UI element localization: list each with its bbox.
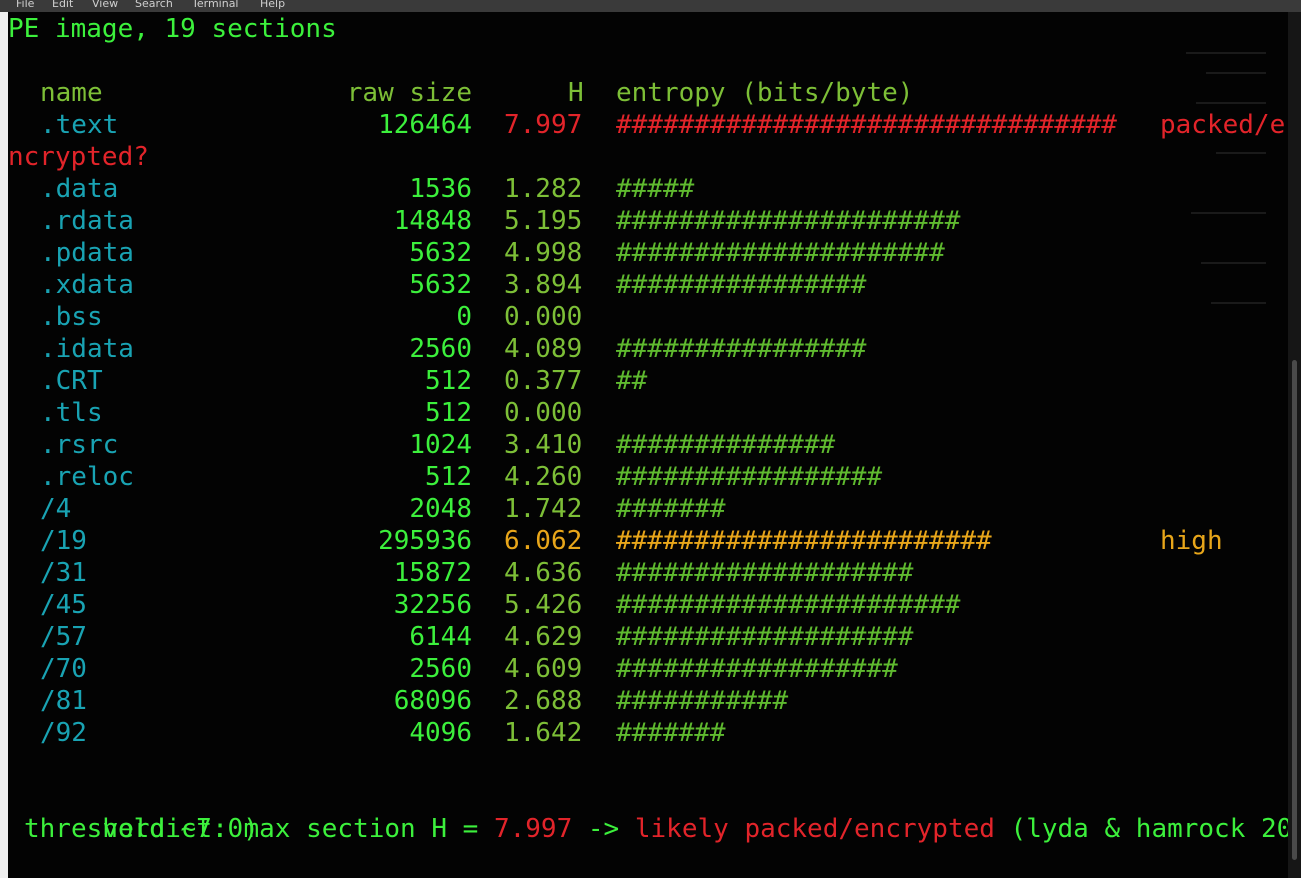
section-name: /31 xyxy=(40,558,87,588)
section-entropy-bar: ################ xyxy=(616,270,867,300)
section-raw-size: 32256 xyxy=(393,590,472,620)
section-name: .bss xyxy=(40,302,103,332)
section-entropy-value: 3.410 xyxy=(504,430,583,460)
section-entropy-value: 3.894 xyxy=(504,270,583,300)
section-entropy-bar: ##### xyxy=(616,174,695,204)
section-raw-size: 2560 xyxy=(409,654,472,684)
section-raw-size: 6144 xyxy=(409,622,472,652)
menu-search[interactable]: Search xyxy=(135,0,173,10)
section-entropy-bar: ################################ xyxy=(616,110,1117,140)
section-name: .pdata xyxy=(40,238,134,268)
section-entropy-value: 1.282 xyxy=(504,174,583,204)
scrollbar-thumb[interactable] xyxy=(1292,360,1297,860)
header-raw-size: raw size xyxy=(346,78,472,108)
header-name: name xyxy=(40,78,103,108)
section-name: /45 xyxy=(40,590,87,620)
section-entropy-value: 0.000 xyxy=(504,398,583,428)
section-raw-size: 4096 xyxy=(409,718,472,748)
section-entropy-value: 7.997 xyxy=(504,110,583,140)
section-entropy-value: 2.688 xyxy=(504,686,583,716)
section-raw-size: 15872 xyxy=(393,558,472,588)
section-entropy-value: 4.260 xyxy=(504,462,583,492)
section-entropy-bar: ## xyxy=(616,366,648,396)
section-entropy-value: 4.609 xyxy=(504,654,583,684)
header-entropy: entropy (bits/byte) xyxy=(616,78,914,108)
section-name: .CRT xyxy=(40,366,103,396)
section-raw-size: 512 xyxy=(425,366,472,396)
section-entropy-bar: ################## xyxy=(616,654,898,684)
section-name: .rsrc xyxy=(40,430,119,460)
background-window-edge xyxy=(0,12,8,878)
section-raw-size: 68096 xyxy=(393,686,472,716)
section-name: .text xyxy=(40,110,119,140)
section-note: packed/e xyxy=(1160,110,1286,140)
section-raw-size: 1024 xyxy=(409,430,472,460)
section-entropy-value: 5.426 xyxy=(504,590,583,620)
section-entropy-bar: ####### xyxy=(616,718,726,748)
terminal-output[interactable]: PE image, 19 sections verdict: max secti… xyxy=(8,12,1288,878)
section-entropy-bar: ################# xyxy=(616,462,883,492)
section-raw-size: 5632 xyxy=(409,238,472,268)
section-entropy-value: 4.998 xyxy=(504,238,583,268)
section-entropy-bar: ################ xyxy=(616,334,867,364)
section-raw-size: 295936 xyxy=(378,526,472,556)
section-note-wrap: ncrypted? xyxy=(8,142,149,172)
section-entropy-value: 1.742 xyxy=(504,494,583,524)
section-name: .idata xyxy=(40,334,134,364)
menu-help[interactable]: Help xyxy=(260,0,285,10)
scrollbar[interactable] xyxy=(1288,12,1301,878)
verdict-value: 7.997 xyxy=(493,814,573,844)
section-entropy-value: 4.629 xyxy=(504,622,583,652)
verdict-line: verdict: max section H = 7.997 -> likely… xyxy=(40,781,1288,844)
section-entropy-bar: ################### xyxy=(616,622,914,652)
section-name: /70 xyxy=(40,654,87,684)
section-note: high xyxy=(1160,526,1223,556)
section-raw-size: 14848 xyxy=(393,206,472,236)
section-name: .tls xyxy=(40,398,103,428)
section-name: .data xyxy=(40,174,119,204)
section-raw-size: 512 xyxy=(425,462,472,492)
section-entropy-value: 4.636 xyxy=(504,558,583,588)
section-entropy-bar: ########### xyxy=(616,686,789,716)
section-raw-size: 2048 xyxy=(409,494,472,524)
section-entropy-bar: ##################### xyxy=(616,238,945,268)
verdict-conclusion: likely packed/encrypted xyxy=(634,814,995,844)
section-name: /92 xyxy=(40,718,87,748)
section-name: /4 xyxy=(40,494,72,524)
section-name: /81 xyxy=(40,686,87,716)
section-entropy-value: 4.089 xyxy=(504,334,583,364)
menu-edit[interactable]: Edit xyxy=(52,0,73,10)
verdict-arrow: -> xyxy=(572,814,635,844)
section-entropy-bar: ######################## xyxy=(616,526,992,556)
menubar: File Edit View Search Terminal Help xyxy=(0,0,1301,12)
section-entropy-bar: ###################### xyxy=(616,590,961,620)
verdict-suffix: (lyda & hamrock 2007 xyxy=(1010,814,1288,844)
header-h: H xyxy=(568,78,584,108)
menu-terminal[interactable]: Terminal xyxy=(192,0,239,10)
section-raw-size: 1536 xyxy=(409,174,472,204)
section-raw-size: 5632 xyxy=(409,270,472,300)
section-entropy-bar: ################### xyxy=(616,558,914,588)
section-raw-size: 126464 xyxy=(378,110,472,140)
verdict-continuation: threshold ~7.0) xyxy=(24,814,259,844)
section-raw-size: 2560 xyxy=(409,334,472,364)
section-entropy-value: 5.195 xyxy=(504,206,583,236)
section-entropy-bar: ############## xyxy=(616,430,836,460)
section-name: .reloc xyxy=(40,462,134,492)
section-entropy-value: 0.000 xyxy=(504,302,583,332)
title-line: PE image, 19 sections xyxy=(8,14,337,44)
section-name: /19 xyxy=(40,526,87,556)
section-entropy-value: 1.642 xyxy=(504,718,583,748)
section-raw-size: 512 xyxy=(425,398,472,428)
menu-view[interactable]: View xyxy=(92,0,118,10)
section-entropy-bar: ####### xyxy=(616,494,726,524)
section-raw-size: 0 xyxy=(456,302,472,332)
menu-file[interactable]: File xyxy=(16,0,34,10)
section-entropy-bar: ###################### xyxy=(616,206,961,236)
section-name: .rdata xyxy=(40,206,134,236)
section-name: .xdata xyxy=(40,270,134,300)
section-entropy-value: 0.377 xyxy=(504,366,583,396)
section-entropy-value: 6.062 xyxy=(504,526,583,556)
section-name: /57 xyxy=(40,622,87,652)
